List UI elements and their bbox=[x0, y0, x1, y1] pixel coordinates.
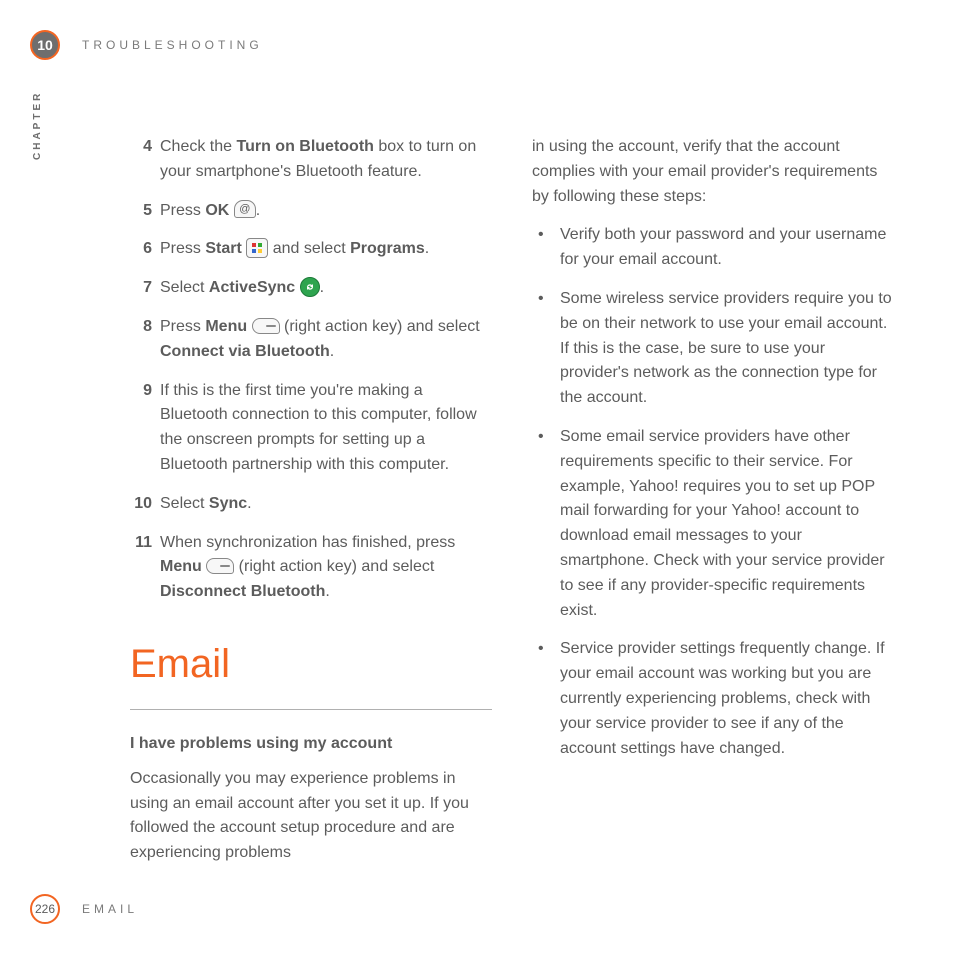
step-text: Select Sync. bbox=[160, 495, 252, 512]
step-mid: (right action key) and select bbox=[280, 318, 480, 335]
step-post: . bbox=[256, 202, 260, 219]
step-mid: and select bbox=[268, 240, 350, 257]
step-number: 5 bbox=[130, 199, 152, 224]
step-number: 6 bbox=[130, 237, 152, 262]
step-6: 6 Press Start and select Programs. bbox=[130, 237, 492, 262]
step-bold: Sync bbox=[209, 495, 247, 512]
step-pre: Select bbox=[160, 495, 209, 512]
step-post: . bbox=[330, 343, 334, 360]
sub-paragraph: Occasionally you may experience problems… bbox=[130, 767, 492, 866]
section-heading-email: Email bbox=[130, 633, 492, 695]
step-pre: Select bbox=[160, 279, 209, 296]
step-post: . bbox=[425, 240, 429, 257]
step-pre: Press bbox=[160, 318, 205, 335]
step-bold2: Programs bbox=[350, 240, 425, 257]
step-text: Press OK @. bbox=[160, 202, 260, 219]
chapter-badge: 10 bbox=[30, 30, 60, 60]
windows-start-icon bbox=[246, 238, 268, 258]
step-text: If this is the first time you're making … bbox=[160, 382, 477, 473]
page: 10 TROUBLESHOOTING CHAPTER 4 Check the T… bbox=[0, 0, 954, 954]
step-number: 10 bbox=[130, 492, 152, 517]
step-bold: Menu bbox=[205, 318, 247, 335]
step-post: . bbox=[247, 495, 251, 512]
step-bold: Menu bbox=[160, 558, 202, 575]
step-bold: Turn on Bluetooth bbox=[236, 138, 373, 155]
section-rule bbox=[130, 709, 492, 710]
bullet-item: Some email service providers have other … bbox=[532, 425, 894, 623]
step-7: 7 Select ActiveSync . bbox=[130, 276, 492, 301]
step-text: Select ActiveSync . bbox=[160, 279, 324, 296]
step-number: 4 bbox=[130, 135, 152, 160]
intro-paragraph: in using the account, verify that the ac… bbox=[532, 135, 894, 209]
ok-button-icon: @ bbox=[234, 200, 256, 218]
step-number: 11 bbox=[130, 531, 152, 556]
step-pre: Press bbox=[160, 202, 205, 219]
menu-key-icon bbox=[206, 558, 234, 574]
step-pre: Press bbox=[160, 240, 205, 257]
page-header: 10 TROUBLESHOOTING bbox=[30, 30, 894, 60]
page-number-badge: 226 bbox=[30, 894, 60, 924]
left-column: 4 Check the Turn on Bluetooth box to tur… bbox=[130, 135, 492, 864]
step-pre: When synchronization has finished, press bbox=[160, 534, 455, 551]
step-8: 8 Press Menu (right action key) and sele… bbox=[130, 315, 492, 365]
content-columns: 4 Check the Turn on Bluetooth box to tur… bbox=[130, 135, 894, 864]
step-post: . bbox=[325, 583, 329, 600]
step-bold: OK bbox=[205, 202, 229, 219]
step-4: 4 Check the Turn on Bluetooth box to tur… bbox=[130, 135, 492, 185]
bullet-item: Service provider settings frequently cha… bbox=[532, 637, 894, 761]
bullet-item: Some wireless service providers require … bbox=[532, 287, 894, 411]
step-number: 9 bbox=[130, 379, 152, 404]
header-title: TROUBLESHOOTING bbox=[82, 38, 263, 52]
step-text: Press Menu (right action key) and select… bbox=[160, 318, 480, 360]
numbered-steps: 4 Check the Turn on Bluetooth box to tur… bbox=[130, 135, 492, 605]
step-bold2: Disconnect Bluetooth bbox=[160, 583, 325, 600]
step-5: 5 Press OK @. bbox=[130, 199, 492, 224]
step-post: . bbox=[320, 279, 324, 296]
subheading-account-problems: I have problems using my account bbox=[130, 732, 492, 757]
step-number: 7 bbox=[130, 276, 152, 301]
step-text: Check the Turn on Bluetooth box to turn … bbox=[160, 138, 476, 180]
step-11: 11 When synchronization has finished, pr… bbox=[130, 531, 492, 605]
bullet-item: Verify both your password and your usern… bbox=[532, 223, 894, 273]
step-bold2: Connect via Bluetooth bbox=[160, 343, 330, 360]
step-mid: (right action key) and select bbox=[234, 558, 434, 575]
step-number: 8 bbox=[130, 315, 152, 340]
step-text: Press Start and select Programs. bbox=[160, 240, 429, 257]
chapter-vertical-label: CHAPTER bbox=[32, 91, 43, 160]
step-bold: Start bbox=[205, 240, 241, 257]
right-column: in using the account, verify that the ac… bbox=[532, 135, 894, 864]
step-text: When synchronization has finished, press… bbox=[160, 534, 455, 601]
step-9: 9 If this is the first time you're makin… bbox=[130, 379, 492, 478]
step-10: 10 Select Sync. bbox=[130, 492, 492, 517]
footer-section-label: EMAIL bbox=[82, 902, 138, 916]
step-pre: Check the bbox=[160, 138, 236, 155]
bullet-list: Verify both your password and your usern… bbox=[532, 223, 894, 761]
step-bold: ActiveSync bbox=[209, 279, 295, 296]
activesync-icon bbox=[300, 277, 320, 297]
menu-key-icon bbox=[252, 318, 280, 334]
page-footer: 226 EMAIL bbox=[30, 894, 894, 924]
